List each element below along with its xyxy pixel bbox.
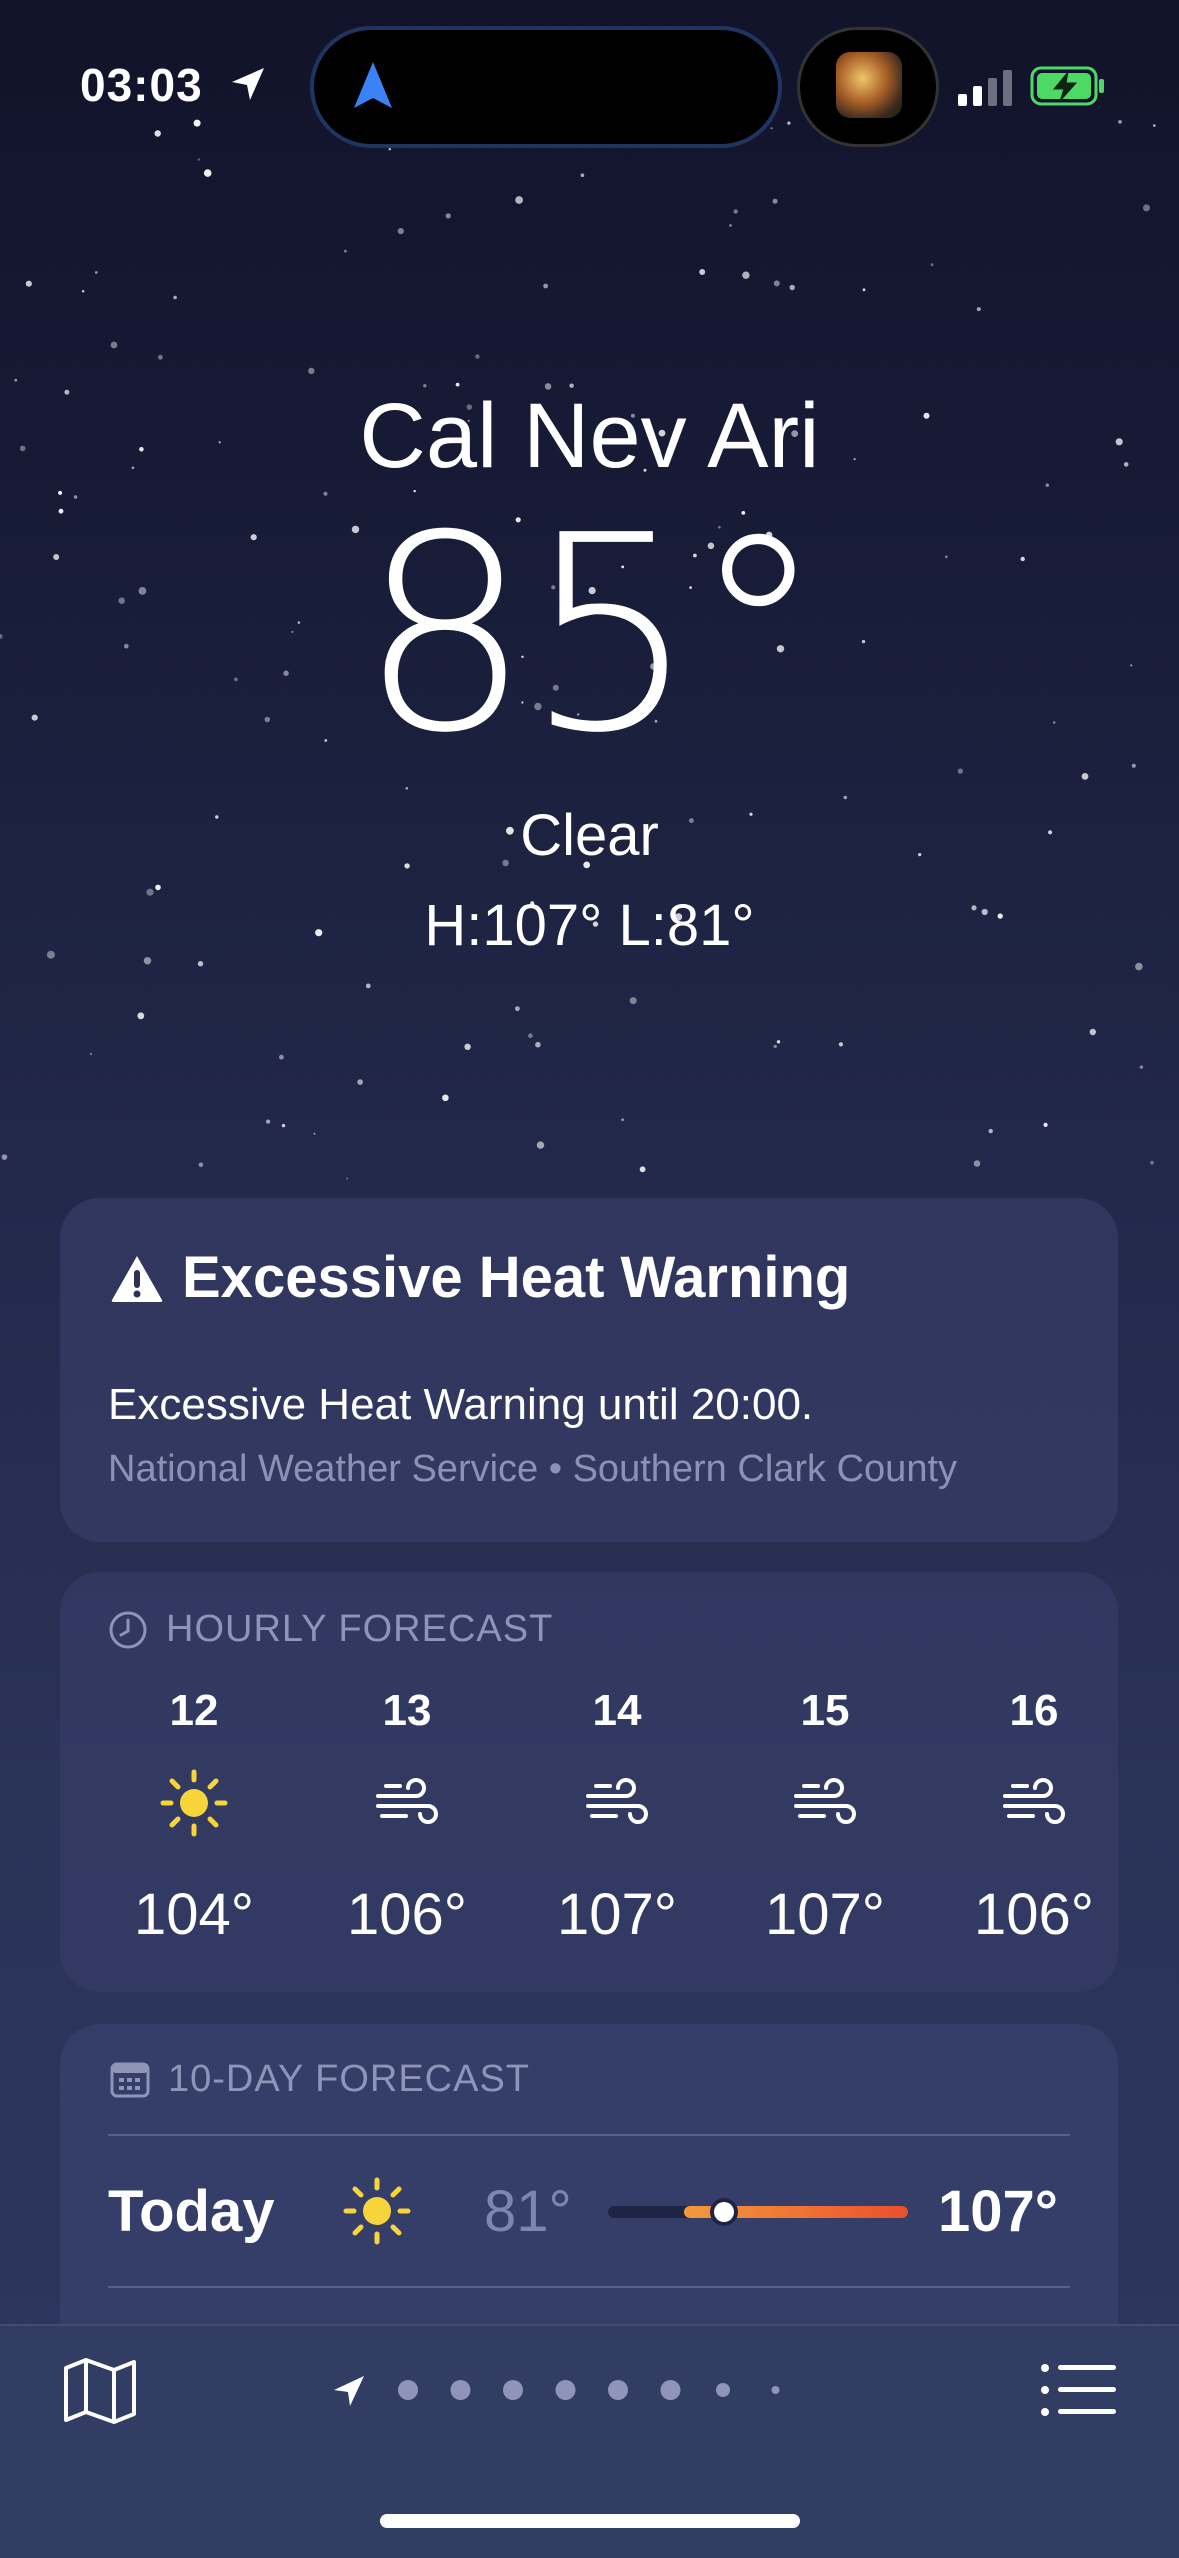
navigation-arrow-icon <box>354 62 392 108</box>
clock-icon <box>109 1611 147 1649</box>
hour-temp: 107° <box>557 1882 677 1947</box>
day-name: Today <box>108 2179 275 2244</box>
divider <box>108 2134 1070 2136</box>
page-indicator[interactable] <box>330 2370 850 2410</box>
sun-icon <box>160 1769 228 1837</box>
hour-label: 13 <box>382 1686 432 1735</box>
alert-source: National Weather Service • Southern Clar… <box>108 1448 958 1490</box>
day-low-temp: 81° <box>484 2179 572 2244</box>
day-high-temp: 107° <box>938 2179 1058 2244</box>
alert-body: Excessive Heat Warning until 20:00. <box>108 1380 814 1429</box>
hour-item: 12 104° <box>94 1686 294 1948</box>
hour-temp: 107° <box>765 1882 885 1947</box>
battery-charging-icon <box>1030 66 1104 106</box>
city-name: Cal Nev Ari <box>359 385 820 487</box>
page-dot <box>771 2386 780 2394</box>
page-dot <box>450 2380 471 2400</box>
hour-item: 13 106° <box>307 1686 507 1948</box>
hour-label: 15 <box>800 1686 850 1735</box>
page-dot <box>660 2380 681 2400</box>
page-dot <box>608 2380 628 2400</box>
hour-label: 12 <box>169 1686 219 1735</box>
page-dot <box>555 2380 576 2400</box>
wind-icon <box>586 1778 648 1824</box>
alert-title: Excessive Heat Warning <box>182 1245 851 1310</box>
hour-item: 15 107° <box>725 1686 925 1948</box>
wind-icon <box>376 1778 438 1824</box>
page-dot <box>503 2380 523 2400</box>
wind-icon <box>794 1778 856 1824</box>
high-low-text: H:107° L:81° <box>424 893 755 958</box>
hour-item: 16 106° <box>934 1686 1134 1948</box>
page-dot-current-location <box>334 2376 364 2406</box>
condition-text: Clear <box>520 803 659 868</box>
current-temp-marker <box>714 2202 734 2222</box>
hour-temp: 106° <box>347 1882 467 1947</box>
hour-label: 14 <box>592 1686 642 1735</box>
hour-label: 16 <box>1009 1686 1059 1735</box>
wind-icon <box>1003 1778 1065 1824</box>
map-icon[interactable] <box>62 2356 138 2426</box>
hour-temp: 106° <box>974 1882 1094 1947</box>
list-icon[interactable] <box>1040 2362 1118 2418</box>
hour-temp: 104° <box>134 1882 254 1947</box>
sun-icon <box>343 2177 411 2245</box>
album-art <box>836 52 902 118</box>
warning-triangle-icon <box>111 1256 163 1302</box>
calendar-icon <box>110 2062 150 2098</box>
ten-day-forecast-header: 10-DAY FORECAST <box>168 2058 531 2100</box>
hourly-forecast-header: HOURLY FORECAST <box>166 1608 554 1650</box>
page-dot <box>716 2383 730 2397</box>
divider <box>108 2286 1070 2288</box>
hour-item: 14 107° <box>517 1686 717 1948</box>
page-dot <box>398 2380 418 2400</box>
current-temperature: 85° <box>359 477 826 792</box>
signal-icon <box>958 70 1012 106</box>
home-indicator[interactable] <box>380 2514 800 2528</box>
status-time: 03:03 <box>80 59 203 111</box>
location-arrow-icon <box>232 68 264 100</box>
